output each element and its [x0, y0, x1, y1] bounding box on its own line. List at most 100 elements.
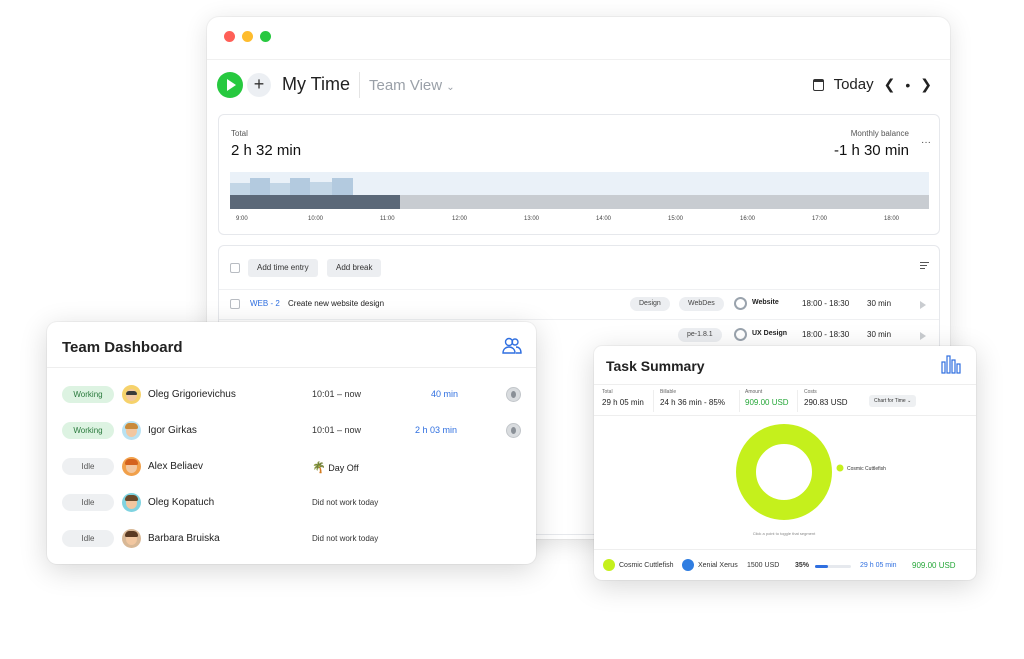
- footer-progress-fill: [815, 565, 828, 568]
- project-name[interactable]: UX Design: [752, 330, 787, 337]
- add-break-button[interactable]: Add break: [327, 259, 382, 277]
- entry-time-range[interactable]: 18:00 - 18:30: [802, 330, 849, 339]
- activity-bar: [230, 183, 250, 195]
- stat-total: Total 29 h 05 min: [602, 389, 644, 407]
- team-dashboard-title: Team Dashboard: [62, 339, 183, 356]
- select-all-checkbox[interactable]: [230, 263, 240, 273]
- chart-caption: Click a point to toggle that segment: [753, 531, 816, 536]
- dot-icon[interactable]: •: [905, 77, 910, 93]
- activity-icon[interactable]: [506, 387, 521, 402]
- chart-type-select[interactable]: Chart for Time ⌄: [869, 395, 917, 407]
- add-time-entry-button[interactable]: Add time entry: [248, 259, 318, 277]
- stat-divider: [797, 390, 798, 412]
- sort-icon[interactable]: [920, 262, 929, 269]
- team-view-dropdown[interactable]: Team View ⌄: [369, 77, 455, 94]
- tick-label: 13:00: [524, 216, 540, 222]
- status-badge: Idle: [62, 458, 114, 475]
- activity-icon[interactable]: [506, 423, 521, 438]
- stat-billable: Billable 24 h 36 min - 85%: [660, 389, 725, 407]
- footer-project-1: Cosmic Cuttlefish: [619, 562, 674, 569]
- tag-pill[interactable]: Design: [630, 297, 670, 311]
- row-divider: [219, 319, 939, 320]
- stat-value: 290.83 USD: [804, 398, 848, 407]
- avatar-hair: [125, 423, 138, 429]
- sunglasses-icon: [126, 391, 137, 395]
- footer-project-2: Xenial Xerus: [698, 562, 738, 569]
- activity-bar: [310, 182, 332, 195]
- tick-label: 12:00: [452, 216, 468, 222]
- member-name[interactable]: Oleg Grigorievichus: [148, 389, 236, 400]
- member-name[interactable]: Oleg Kopatuch: [148, 497, 214, 508]
- maximize-window-button[interactable]: [260, 31, 271, 42]
- legend-label[interactable]: Cosmic Cuttlefish: [847, 466, 886, 472]
- project-name[interactable]: Website: [752, 299, 779, 306]
- avatar: [122, 493, 141, 512]
- avatar: [122, 421, 141, 440]
- row-divider: [219, 289, 939, 290]
- resume-play-icon[interactable]: [920, 301, 926, 309]
- resume-play-icon[interactable]: [920, 332, 926, 340]
- member-name[interactable]: Barbara Bruiska: [148, 533, 220, 544]
- cosmic-cuttlefish-dot: [603, 559, 615, 571]
- task-summary-title: Task Summary: [606, 358, 705, 374]
- bar-chart-icon[interactable]: [940, 354, 962, 379]
- today-button[interactable]: Today: [834, 76, 874, 93]
- more-options-icon[interactable]: ···: [921, 137, 931, 148]
- monthly-balance-value: -1 h 30 min: [833, 142, 909, 159]
- tick-label: 18:00: [884, 216, 900, 222]
- stat-amount: Amount 909.00 USD: [745, 389, 789, 407]
- stat-value: 909.00 USD: [745, 398, 789, 407]
- activity-bar: [332, 178, 353, 195]
- summary-stats: Total 29 h 05 min Billable 24 h 36 min - 8…: [594, 384, 976, 416]
- close-window-button[interactable]: [224, 31, 235, 42]
- member-name[interactable]: Alex Beliaev: [148, 461, 203, 472]
- entry-checkbox[interactable]: [230, 299, 240, 309]
- chart-type-label: Chart for Time: [874, 398, 906, 404]
- tag-pill[interactable]: pe-1.8.1: [678, 328, 722, 342]
- stat-value: 29 h 05 min: [602, 398, 644, 407]
- timeline-tracked-range[interactable]: [230, 195, 400, 209]
- tick-label: 16:00: [740, 216, 756, 222]
- donut-chart: Cosmic Cuttlefish Click a point to toggl…: [736, 424, 886, 536]
- tag-pill[interactable]: WebDes: [679, 297, 724, 311]
- avatar: [122, 385, 141, 404]
- avatar: [122, 457, 141, 476]
- start-timer-play-icon[interactable]: [217, 72, 243, 98]
- add-plus-icon[interactable]: +: [247, 73, 271, 97]
- entry-duration: 30 min: [867, 299, 892, 308]
- entry-time-range[interactable]: 18:00 - 18:30: [802, 299, 849, 308]
- stat-label: Amount: [745, 389, 763, 395]
- project-icon: [734, 297, 747, 310]
- task-code-link[interactable]: WEB - 2: [250, 299, 280, 308]
- status-badge: Working: [62, 386, 114, 403]
- date-navigation: Today ❮ • ❯: [812, 76, 932, 93]
- chevron-left-icon[interactable]: ❮: [884, 76, 896, 93]
- member-duration: 2 h 03 min: [415, 425, 458, 435]
- tick-label: 11:00: [380, 216, 395, 222]
- activity-bar: [250, 178, 270, 195]
- page-title: My Time: [282, 74, 351, 94]
- stat-label: Billable: [660, 389, 677, 395]
- stat-divider: [653, 390, 654, 412]
- monthly-balance-label: Monthly balance: [850, 129, 909, 138]
- chevron-right-icon[interactable]: ❯: [920, 76, 932, 93]
- chevron-down-icon: ⌄: [907, 398, 912, 404]
- member-name[interactable]: Igor Girkas: [148, 425, 197, 436]
- entry-description[interactable]: Create new website design: [288, 299, 384, 308]
- minimize-window-button[interactable]: [242, 31, 253, 42]
- entry-duration: 30 min: [867, 330, 892, 339]
- stat-label: Total: [602, 389, 613, 395]
- footer-total: 909.00 USD: [912, 561, 956, 570]
- calendar-icon: [812, 78, 824, 91]
- tick-label: 14:00: [596, 216, 612, 222]
- member-duration: 40 min: [431, 389, 459, 399]
- stat-divider: [739, 390, 740, 412]
- palm-tree-icon: 🌴: [312, 462, 326, 474]
- avatar-hair: [125, 495, 138, 501]
- member-time: Did not work today: [312, 534, 379, 543]
- team-users-icon[interactable]: [502, 337, 522, 360]
- task-summary-panel: Task Summary Total 29 h 05 min Billable 24…: [594, 346, 976, 580]
- footer-progress-track: [815, 565, 851, 568]
- timeline-card: Total 2 h 32 min Monthly balance -1 h 30…: [218, 114, 940, 235]
- donut-slice[interactable]: [736, 424, 832, 520]
